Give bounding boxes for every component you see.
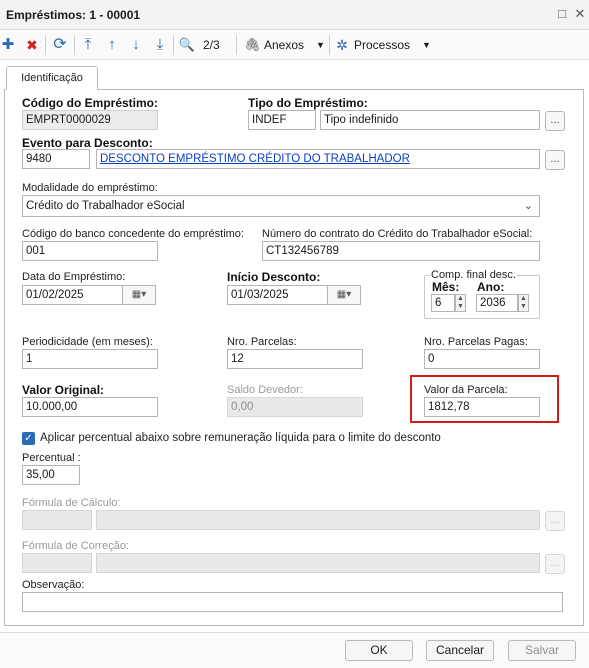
- gear-icon[interactable]: ✲: [335, 35, 349, 55]
- evento-lookup-button[interactable]: ...: [545, 150, 565, 170]
- evento-desc-link[interactable]: DESCONTO EMPRÉSTIMO CRÉDITO DO TRABALHAD…: [100, 153, 410, 165]
- attachment-icon[interactable]: 🖇: [244, 35, 261, 55]
- window-title: Empréstimos: 1 - 00001: [6, 8, 141, 22]
- evento-code-field[interactable]: 9480: [22, 149, 90, 169]
- formula-calculo-desc-field: [96, 510, 540, 530]
- formula-correcao-code-field: [22, 553, 92, 573]
- calendar-icon[interactable]: ▦▾: [327, 285, 361, 305]
- nro-parcelas-field[interactable]: 12: [227, 349, 363, 369]
- valor-original-label: Valor Original:: [22, 383, 105, 397]
- observacao-label: Observação:: [22, 579, 85, 591]
- saldo-devedor-label: Saldo Devedor:: [227, 384, 303, 396]
- spin-up-icon[interactable]: ▲: [456, 295, 465, 303]
- refresh-icon[interactable]: ⟳: [51, 35, 69, 55]
- parcelas-pagas-field[interactable]: 0: [424, 349, 540, 369]
- periodicidade-label: Periodicidade (em meses):: [22, 336, 153, 348]
- tipo-desc-field[interactable]: Tipo indefinido: [320, 110, 540, 130]
- attachments-menu[interactable]: Anexos: [264, 37, 304, 53]
- aplicar-percentual-label[interactable]: Aplicar percentual abaixo sobre remunera…: [40, 432, 441, 444]
- percentual-label: Percentual :: [22, 452, 81, 464]
- toolbar-separator: [45, 35, 46, 55]
- attachments-dropdown-icon[interactable]: ▼: [316, 37, 325, 53]
- toolbar-separator: [329, 35, 330, 55]
- parcelas-pagas-label: Nro. Parcelas Pagas:: [424, 336, 528, 348]
- ok-button[interactable]: OK: [345, 640, 413, 661]
- saldo-devedor-field: 0,00: [227, 397, 363, 417]
- tipo-code-field[interactable]: INDEF: [248, 110, 316, 130]
- toolbar-separator: [236, 35, 237, 55]
- modalidade-label: Modalidade do empréstimo:: [22, 182, 158, 194]
- last-record-icon[interactable]: ⤓: [152, 35, 168, 55]
- processes-dropdown-icon[interactable]: ▼: [422, 37, 431, 53]
- mes-spinner[interactable]: ▲ ▼: [455, 294, 466, 312]
- toolbar-separator: [173, 35, 174, 55]
- search-icon[interactable]: 🔍: [178, 35, 196, 55]
- next-record-icon[interactable]: ↓: [128, 35, 144, 55]
- formula-correcao-label: Fórmula de Correção:: [22, 540, 129, 552]
- formula-calculo-lookup-button: ...: [545, 511, 565, 531]
- spin-down-icon[interactable]: ▼: [456, 303, 465, 311]
- ano-field[interactable]: 2036: [476, 294, 518, 312]
- valor-original-field[interactable]: 10.000,00: [22, 397, 158, 417]
- observacao-field[interactable]: [22, 592, 563, 612]
- processes-menu[interactable]: Processos: [354, 37, 410, 53]
- add-icon[interactable]: ✚: [0, 35, 16, 55]
- formula-calculo-label: Fórmula de Cálculo:: [22, 497, 121, 509]
- evento-label: Evento para Desconto:: [22, 136, 153, 150]
- first-record-icon[interactable]: ⤒: [80, 35, 96, 55]
- aplicar-percentual-checkbox[interactable]: ✓: [22, 432, 35, 445]
- chevron-down-icon: ⌄: [523, 200, 533, 212]
- window-titlebar: Empréstimos: 1 - 00001 □ ✕: [0, 0, 589, 30]
- modalidade-value: Crédito do Trabalhador eSocial: [26, 200, 185, 212]
- percentual-field[interactable]: 35,00: [22, 465, 80, 485]
- banco-label: Código do banco concedente do empréstimo…: [22, 228, 244, 240]
- mes-label: Mês:: [432, 280, 460, 294]
- formula-correcao-desc-field: [96, 553, 540, 573]
- spin-down-icon[interactable]: ▼: [519, 303, 528, 311]
- maximize-icon[interactable]: □: [555, 6, 569, 22]
- evento-desc-field[interactable]: DESCONTO EMPRÉSTIMO CRÉDITO DO TRABALHAD…: [96, 149, 540, 169]
- contrato-field[interactable]: CT132456789: [262, 241, 540, 261]
- formula-calculo-code-field: [22, 510, 92, 530]
- tipo-lookup-button[interactable]: ...: [545, 111, 565, 131]
- tipo-label: Tipo do Empréstimo:: [248, 96, 368, 110]
- modalidade-select[interactable]: Crédito do Trabalhador eSocial ⌄: [22, 195, 540, 217]
- inicio-desconto-field[interactable]: 01/03/2025: [227, 285, 329, 305]
- inicio-desconto-label: Início Desconto:: [227, 270, 321, 284]
- page-indicator: 2/3: [203, 38, 220, 52]
- calendar-icon[interactable]: ▦▾: [122, 285, 156, 305]
- ano-label: Ano:: [477, 280, 505, 294]
- dialog-footer: [0, 632, 589, 668]
- toolbar-separator: [74, 35, 75, 55]
- nro-parcelas-label: Nro. Parcelas:: [227, 336, 297, 348]
- data-emprestimo-field[interactable]: 01/02/2025: [22, 285, 124, 305]
- tab-identificacao[interactable]: Identificação: [6, 66, 98, 90]
- ano-spinner[interactable]: ▲ ▼: [518, 294, 529, 312]
- delete-icon[interactable]: ✖: [24, 35, 40, 55]
- formula-correcao-lookup-button: ...: [545, 554, 565, 574]
- mes-field[interactable]: 6: [431, 294, 455, 312]
- valor-parcela-field[interactable]: 1812,78: [424, 397, 540, 417]
- codigo-field: EMPRT0000029: [22, 110, 158, 130]
- banco-field[interactable]: 001: [22, 241, 158, 261]
- periodicidade-field[interactable]: 1: [22, 349, 158, 369]
- codigo-label: Código do Empréstimo:: [22, 96, 158, 110]
- spin-up-icon[interactable]: ▲: [519, 295, 528, 303]
- toolbar: ✚ ✖ ⟳ ⤒ ↑ ↓ ⤓ 🔍 2/3 🖇 Anexos ▼ ✲ Process…: [0, 30, 589, 60]
- data-emprestimo-label: Data do Empréstimo:: [22, 271, 126, 283]
- contrato-label: Número do contrato do Crédito do Trabalh…: [262, 228, 533, 240]
- save-button[interactable]: Salvar: [508, 640, 576, 661]
- valor-parcela-label: Valor da Parcela:: [424, 384, 508, 396]
- close-icon[interactable]: ✕: [573, 6, 587, 22]
- cancel-button[interactable]: Cancelar: [426, 640, 494, 661]
- previous-record-icon[interactable]: ↑: [104, 35, 120, 55]
